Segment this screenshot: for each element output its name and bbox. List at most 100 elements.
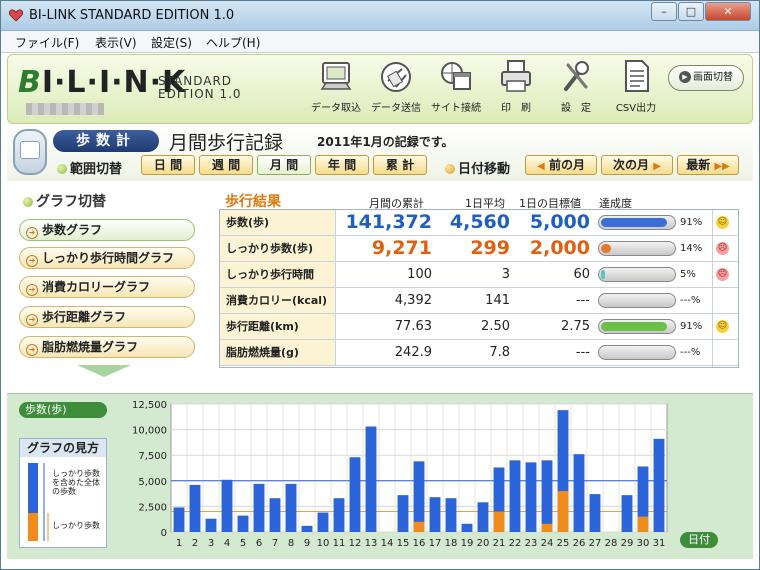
vigorous-time-graph-button[interactable]: ➔ しっかり歩行時間グラフ (19, 247, 195, 269)
steps-bar (173, 507, 185, 532)
steps-bar (285, 483, 297, 532)
achievement-percent: 5% (680, 269, 696, 280)
achievement-percent: ---% (680, 295, 701, 306)
result-name: 脂肪燃焼量(g) (220, 340, 336, 365)
y-tick-label: 12,500 (132, 400, 167, 411)
result-name: 消費カロリー(kcal) (220, 288, 336, 313)
x-tick-label: 7 (272, 538, 278, 549)
result-target: 60 (573, 267, 590, 282)
results-title: 歩行結果 (225, 194, 281, 210)
menu-file[interactable]: ファイル(F) (15, 34, 79, 51)
y-tick-label: 2,500 (138, 502, 167, 513)
result-row: しっかり歩行時間(分) 100 3 60 5% ☹ (220, 262, 738, 306)
site-connect-icon (441, 62, 471, 90)
prev-month-button[interactable]: ◀ 前の月 (525, 155, 597, 175)
x-tick-label: 12 (349, 538, 362, 549)
maximize-button[interactable]: □ (678, 2, 704, 21)
print-button[interactable]: 印 刷 (486, 57, 546, 119)
site-connect-button[interactable]: サイト接続 (426, 57, 486, 119)
result-total: 242.9 (394, 345, 432, 360)
double-right-arrow-icon: ▶▶ (714, 161, 730, 172)
result-target: 2,000 (529, 237, 590, 259)
result-row: 歩数(歩) 141,372 4,560 5,000 91% ☺ (220, 210, 738, 236)
title-bar[interactable]: BI-LINK STANDARD EDITION 1.0 – □ ✕ (1, 1, 759, 31)
printer-icon (501, 60, 531, 92)
menu-bar: ファイル(F) 表示(V) 設定(S) ヘルプ(H) (1, 31, 759, 53)
achievement-bar (598, 267, 676, 282)
range-year-button[interactable]: 年 間 (315, 155, 369, 175)
data-send-icon (381, 62, 411, 92)
csv-export-button[interactable]: CSV出力 (606, 57, 666, 119)
close-button[interactable]: ✕ (705, 2, 751, 21)
steps-bar (413, 461, 425, 532)
menu-settings[interactable]: 設定(S) (151, 34, 192, 51)
range-total-button[interactable]: 累 計 (373, 155, 427, 175)
steps-bar (205, 518, 217, 532)
graph-area: 歩数(歩) グラフの見方 しっかり歩数を含めた全体の歩数 しっかり歩数 0 2,5… (7, 393, 753, 559)
app-window: BI-LINK STANDARD EDITION 1.0 – □ ✕ ファイル(… (0, 0, 760, 570)
y-tick-label: 5,000 (138, 477, 167, 488)
result-name: しっかり歩数(歩) (220, 236, 336, 261)
x-tick-label: 13 (365, 538, 378, 549)
arrow-icon: ➔ (26, 255, 38, 267)
page-title: 月間歩行記録 (169, 132, 284, 154)
bullet-icon (23, 197, 33, 207)
smile-face-icon: ☺ (716, 216, 729, 229)
data-send-button[interactable]: データ送信 (366, 57, 426, 119)
edition-label: STANDARD EDITION 1.0 (158, 74, 242, 101)
period-note: 2011年1月の記録です。 (317, 135, 454, 149)
menu-help[interactable]: ヘルプ(H) (206, 34, 260, 51)
range-week-button[interactable]: 週 間 (199, 155, 253, 175)
graph-switch-title: グラフ切替 (23, 191, 106, 211)
x-tick-label: 29 (621, 538, 634, 549)
steps-bar (653, 438, 665, 532)
legend-note-vigorous: しっかり歩数 (52, 521, 100, 530)
pedometer-icon (13, 129, 47, 175)
achievement-bar (598, 241, 676, 256)
csv-export-icon (625, 60, 649, 92)
x-tick-label: 14 (381, 538, 394, 549)
legend-bar-icon (28, 463, 49, 541)
screen-switch-button[interactable]: ▶ 画面切替 (668, 65, 744, 91)
x-tick-label: 20 (477, 538, 490, 549)
steps-graph-button[interactable]: ➔ 歩数グラフ (19, 219, 195, 241)
result-target: 2.75 (561, 319, 590, 334)
right-arrow-icon: ▶ (653, 161, 661, 172)
data-import-button[interactable]: データ取込 (306, 57, 366, 119)
legend-note-total: しっかり歩数を含めた全体の歩数 (52, 469, 100, 496)
distance-graph-button[interactable]: ➔ 歩行距離グラフ (19, 306, 195, 328)
x-axis-label: 日付 (680, 532, 718, 548)
menu-view[interactable]: 表示(V) (95, 34, 137, 51)
x-tick-label: 15 (397, 538, 410, 549)
range-day-button[interactable]: 日 間 (141, 155, 195, 175)
next-month-button[interactable]: 次の月 ▶ (601, 155, 673, 175)
x-tick-label: 8 (288, 538, 294, 549)
steps-bar (221, 479, 233, 532)
calorie-graph-button[interactable]: ➔ 消費カロリーグラフ (19, 276, 195, 298)
achievement-percent: 91% (680, 321, 703, 332)
steps-bar (477, 502, 489, 532)
x-tick-label: 9 (304, 538, 310, 549)
arrow-icon: ➔ (26, 284, 38, 296)
x-tick-label: 31 (653, 538, 666, 549)
result-target: 5,000 (529, 211, 590, 233)
range-month-button[interactable]: 月 間 (257, 155, 311, 175)
steps-bar (445, 498, 457, 532)
x-tick-label: 2 (192, 538, 198, 549)
achievement-bar (598, 319, 676, 334)
settings-tools-icon (564, 61, 589, 91)
series-label: 歩数(歩) (19, 402, 107, 418)
result-row: 脂肪燃焼量(g) 242.9 7.8 --- ---% (220, 340, 738, 366)
settings-button[interactable]: 設 定 (546, 57, 606, 119)
steps-bar (349, 457, 361, 532)
latest-button[interactable]: 最新 ▶▶ (677, 155, 739, 175)
steps-bar (429, 497, 441, 532)
x-tick-label: 4 (224, 538, 230, 549)
result-total: 77.63 (394, 319, 432, 334)
steps-bar (189, 484, 201, 532)
result-target: --- (575, 293, 590, 308)
minimize-button[interactable]: – (651, 2, 677, 21)
arrow-icon: ➔ (26, 344, 38, 356)
walking-results-panel: 歩行結果 月間の累計 1日平均 1日の目標値 達成度 歩数(歩) 141,372 4… (219, 187, 739, 387)
fat-burn-graph-button[interactable]: ➔ 脂肪燃焼量グラフ (19, 336, 195, 358)
